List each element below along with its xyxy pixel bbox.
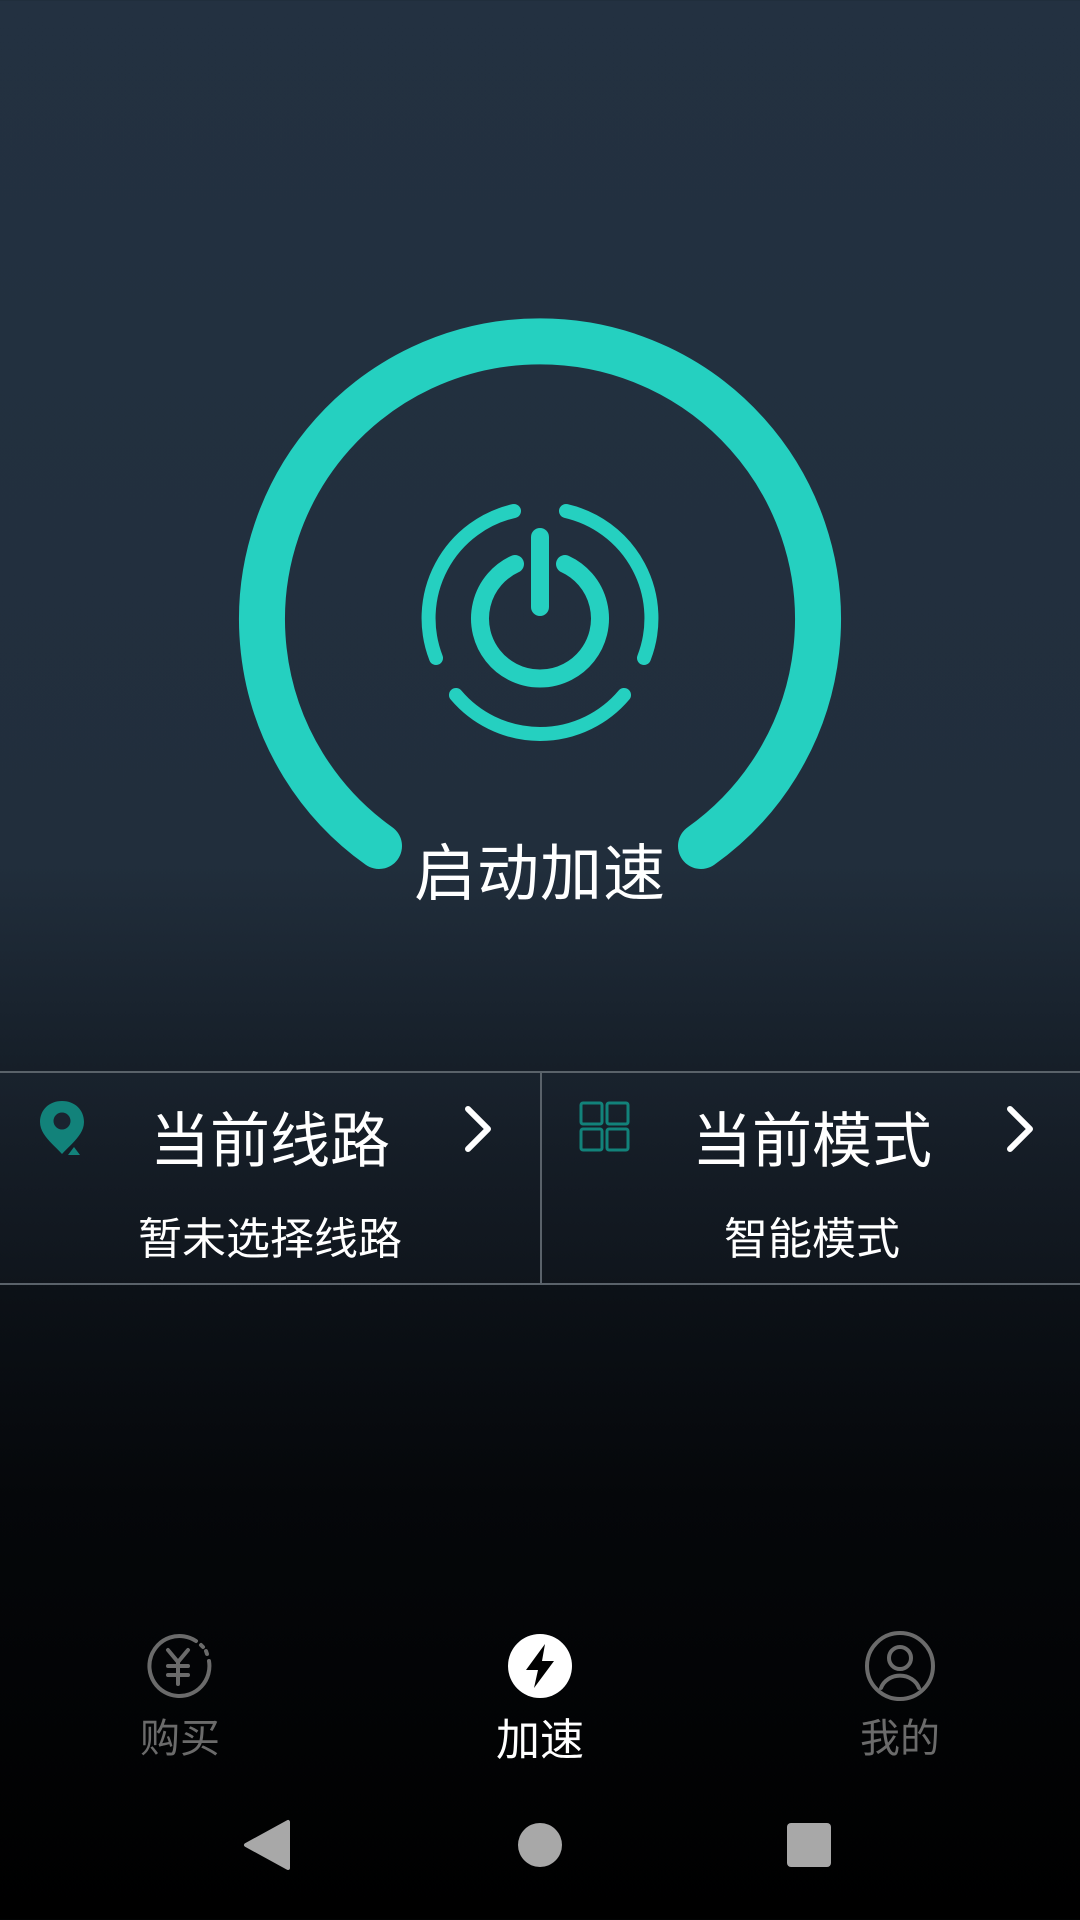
tab-accelerate-label: 加速	[496, 1715, 584, 1766]
current-mode-value: 智能模式	[724, 1214, 900, 1265]
system-navigation-bar	[0, 1790, 1080, 1900]
recents-square-icon[interactable]	[774, 1810, 844, 1880]
back-triangle-icon[interactable]	[232, 1810, 302, 1880]
chevron-right-icon	[1007, 1106, 1033, 1152]
power-icon	[421, 504, 659, 741]
current-route-value: 暂未选择线路	[138, 1214, 402, 1265]
info-panel: 当前线路 暂未选择线路 当前模式 智能模式	[0, 1071, 1080, 1285]
start-acceleration-button[interactable]: 启动加速	[230, 311, 850, 910]
tab-buy[interactable]: 购买	[80, 1620, 280, 1770]
tab-mine[interactable]: 我的	[800, 1620, 1000, 1770]
yuan-coin-icon	[147, 1634, 212, 1698]
tab-accelerate[interactable]: 加速	[440, 1620, 640, 1770]
bottom-tab-bar: 购买 加速 我的	[0, 1620, 1080, 1770]
home-circle-icon[interactable]	[505, 1810, 575, 1880]
tab-mine-label: 我的	[860, 1716, 940, 1762]
tab-buy-label: 购买	[140, 1716, 220, 1762]
current-route-card[interactable]: 当前线路 暂未选择线路	[0, 1073, 540, 1283]
user-profile-icon	[865, 1631, 935, 1701]
current-mode-card[interactable]: 当前模式 智能模式	[540, 1073, 1080, 1283]
chevron-right-icon	[465, 1106, 491, 1152]
start-acceleration-label: 启动加速	[413, 837, 666, 910]
lightning-bolt-icon	[508, 1634, 572, 1698]
